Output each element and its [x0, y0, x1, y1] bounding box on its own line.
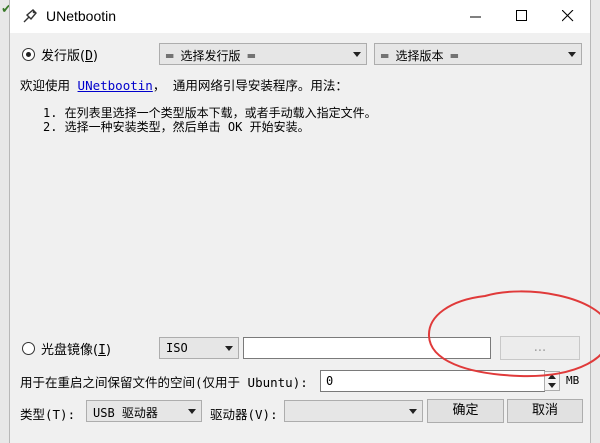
spin-down-button[interactable]	[545, 381, 559, 390]
chevron-down-icon	[409, 409, 417, 414]
chevron-down-icon	[225, 346, 233, 351]
window-title: UNetbootin	[46, 8, 117, 24]
unetbootin-link[interactable]: UNetbootin	[78, 78, 153, 93]
cancel-button[interactable]: 取消	[507, 399, 583, 423]
distribution-radio[interactable]	[22, 48, 35, 61]
distribution-radio-label[interactable]: 发行版(D)	[41, 45, 98, 64]
spin-up-button[interactable]	[545, 372, 559, 381]
browse-button[interactable]: ...	[500, 336, 580, 360]
chevron-down-icon	[188, 409, 196, 414]
unetbootin-window: UNetbootin 发行版(D) ═ 选择发行版 ═ ═ 选择版本 ═ 欢迎使…	[9, 0, 591, 443]
distribution-select[interactable]: ═ 选择发行版 ═	[159, 43, 367, 65]
intro-text: 欢迎使用 UNetbootin， 通用网络引导安装程序。用法：	[20, 78, 348, 93]
chevron-down-icon	[353, 52, 361, 57]
persistence-size-input[interactable]: 0	[320, 370, 545, 392]
maximize-icon	[516, 10, 527, 21]
disk-image-radio[interactable]	[22, 342, 35, 355]
image-path-input[interactable]	[243, 337, 491, 359]
title-bar[interactable]: UNetbootin	[10, 0, 590, 33]
minimize-button[interactable]	[454, 0, 500, 33]
disk-image-radio-label[interactable]: 光盘镜像(I)	[41, 339, 111, 358]
chevron-down-icon	[548, 383, 556, 388]
desktop-background-right	[590, 0, 600, 443]
minimize-icon	[470, 16, 481, 18]
chevron-up-icon	[548, 374, 556, 379]
version-select[interactable]: ═ 选择版本 ═	[374, 43, 582, 65]
ok-button[interactable]: 确定	[427, 399, 504, 423]
close-icon	[562, 10, 574, 22]
image-format-select[interactable]: ISO	[159, 337, 239, 359]
persistence-unit: MB	[566, 374, 580, 387]
persistence-label: 用于在重启之间保留文件的空间(仅用于 Ubuntu):	[20, 375, 308, 390]
drive-select[interactable]	[284, 400, 423, 422]
install-type-select[interactable]: USB 驱动器	[86, 400, 202, 422]
usage-step-2: 2. 选择一种安装类型，然后单击 OK 开始安装。	[43, 120, 310, 134]
close-button[interactable]	[546, 0, 592, 33]
persistence-spinner[interactable]	[544, 371, 560, 391]
chevron-down-icon	[568, 52, 576, 57]
type-label: 类型(T):	[20, 407, 76, 422]
app-logo-icon	[23, 9, 37, 23]
maximize-button[interactable]	[500, 0, 546, 33]
drive-label: 驱动器(V):	[210, 407, 278, 422]
